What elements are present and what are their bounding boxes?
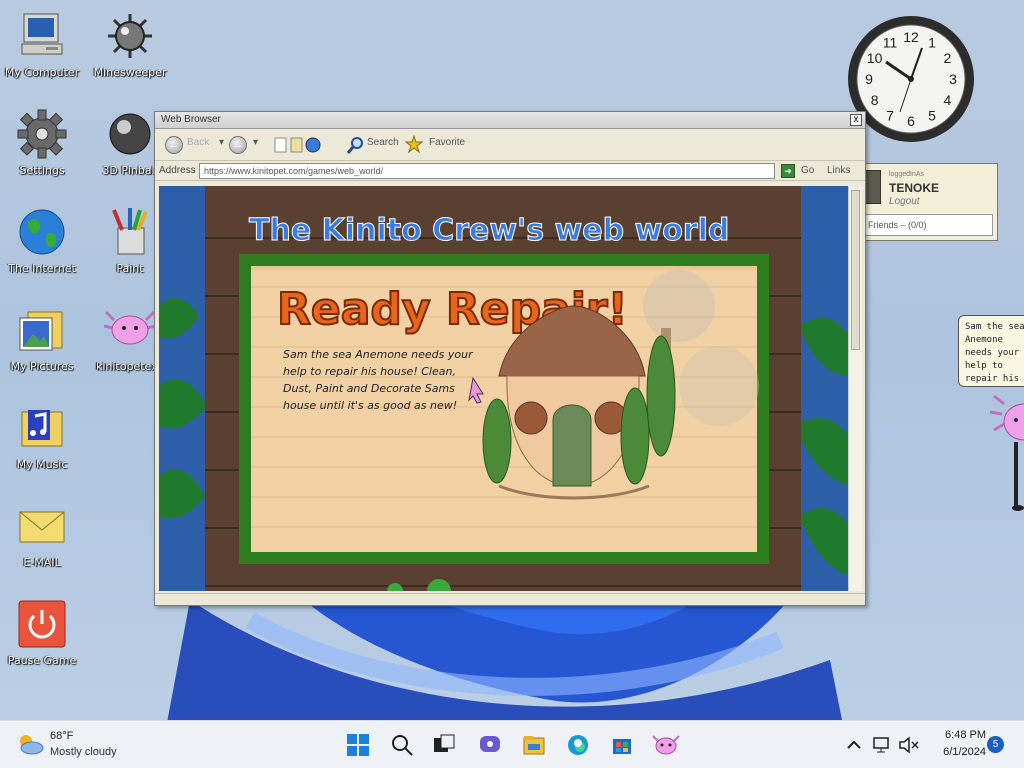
desktop-icon-settings[interactable]: Settings	[0, 108, 84, 177]
music-folder-icon	[16, 402, 68, 454]
user-avatar	[865, 170, 881, 204]
clock-number: 2	[944, 50, 952, 66]
back-button[interactable]: ←	[165, 136, 183, 154]
paint-icon	[104, 206, 156, 258]
taskbar-date[interactable]: 6/1/2024	[930, 746, 986, 758]
clock-number: 12	[903, 29, 919, 45]
friends-list[interactable]: Friends – (0/0)	[863, 214, 993, 236]
game-description: Sam the sea Anemone needs your help to r…	[283, 348, 473, 412]
favorite-button[interactable]: Favorite	[429, 137, 465, 148]
kinito-speech-bubble: Sam the sea Anemone needs your help to r…	[958, 315, 1024, 387]
axolotl-icon	[103, 304, 157, 356]
taskbar-time[interactable]: 6:48 PM	[934, 729, 986, 741]
vertical-scrollbar[interactable]	[848, 186, 862, 591]
game-description-wrap: Sam the sea Anemone needs your help to r…	[283, 348, 473, 412]
desktop-icon-my-pictures[interactable]: My Pictures	[0, 304, 84, 373]
kinitopet-taskbar-icon[interactable]	[652, 733, 680, 757]
logged-in-caption: loggedInAs	[889, 171, 925, 178]
desktop-icon-label: My Pictures	[10, 360, 74, 373]
file-explorer-icon[interactable]	[522, 733, 546, 757]
browser-statusbar	[155, 593, 865, 605]
taskbar: 68°F Mostly cloudy 6:48 PM 6/1/2024 5	[0, 720, 1024, 768]
notification-badge[interactable]: 5	[987, 736, 1004, 753]
clock-number: 9	[865, 71, 873, 87]
chevron-up-icon[interactable]	[846, 733, 862, 757]
clock-number: 8	[871, 92, 879, 108]
desktop-icon-label: Settings	[19, 164, 65, 177]
back-label[interactable]: Back	[187, 137, 209, 148]
desktop-icon-label: The Internet	[8, 262, 76, 275]
search-button[interactable]: Search	[367, 137, 399, 148]
kinito-character[interactable]	[990, 392, 1024, 512]
computer-icon	[16, 10, 68, 62]
forward-button[interactable]: →	[229, 136, 247, 154]
mine-icon	[104, 10, 156, 62]
pinball-icon	[104, 108, 156, 160]
store-icon[interactable]	[610, 733, 634, 757]
login-widget: loggedInAs TENOKE Logout Friends – (0/0)	[858, 163, 998, 241]
forward-dropdown-icon[interactable]: ▾	[253, 137, 258, 148]
chat-icon[interactable]	[478, 733, 502, 757]
search-icon[interactable]	[347, 136, 365, 154]
desktop-icon-label: Pause Game	[7, 654, 77, 667]
close-button[interactable]: x	[850, 114, 862, 126]
desktop-icon-my-computer[interactable]: My Computer	[0, 10, 84, 79]
address-bar: Address https://www.kinitopet.com/games/…	[155, 161, 865, 181]
links-button[interactable]: Links	[827, 165, 850, 176]
search-icon[interactable]	[390, 733, 414, 757]
power-icon	[16, 598, 68, 650]
site-title: The Kinito Crew's web world	[249, 213, 729, 248]
clock-number: 5	[928, 107, 936, 123]
browser-titlebar[interactable]: Web Browser x	[155, 112, 865, 129]
clock-number: 3	[949, 71, 957, 87]
start-menu-icon[interactable]	[346, 733, 370, 757]
web-page-viewport[interactable]: The Kinito Crew's web world Ready Repair…	[159, 186, 849, 591]
desktop-icon-label: My Music	[16, 458, 68, 471]
desktop-icon-label: Minesweeper	[93, 66, 167, 79]
desktop-icon-pause-game[interactable]: Pause Game	[0, 598, 84, 667]
task-view-icon[interactable]	[432, 733, 456, 757]
back-dropdown-icon[interactable]: ▾	[219, 137, 224, 148]
desktop-icon-the-internet[interactable]: The Internet	[0, 206, 84, 275]
clock-number: 6	[907, 113, 915, 129]
username: TENOKE	[889, 181, 940, 195]
cloudy-weather-icon[interactable]	[16, 733, 44, 755]
edge-browser-icon[interactable]	[566, 733, 590, 757]
desktop-icon-label: E-MAIL	[23, 556, 61, 569]
desktop-icon-minesweeper[interactable]: Minesweeper	[88, 10, 172, 79]
desktop-icon-label: My Computer	[4, 66, 80, 79]
web-browser-window[interactable]: Web Browser x ← Back ▾ → ▾ Search Favori…	[154, 111, 866, 606]
clock-number: 10	[867, 50, 883, 66]
page-tools-icons[interactable]	[273, 136, 323, 154]
address-label: Address	[159, 165, 196, 176]
game-page-canvas[interactable]: The Kinito Crew's web world Ready Repair…	[159, 186, 849, 591]
logout-link[interactable]: Logout	[889, 196, 920, 207]
star-icon[interactable]	[405, 135, 423, 153]
scrollbar-thumb[interactable]	[851, 190, 860, 350]
globe-icon	[16, 206, 68, 258]
desktop-icon-email[interactable]: E-MAIL	[0, 500, 84, 569]
desktop-icon-my-music[interactable]: My Music	[0, 402, 84, 471]
envelope-icon	[16, 500, 68, 552]
pictures-folder-icon	[16, 304, 68, 356]
url-input[interactable]: https://www.kinitopet.com/games/web_worl…	[199, 163, 775, 179]
go-button[interactable]: Go	[801, 165, 814, 176]
weather-description[interactable]: Mostly cloudy	[50, 746, 117, 758]
window-title: Web Browser	[161, 114, 221, 125]
clock-number: 1	[928, 35, 936, 51]
go-arrow-icon[interactable]: ➜	[781, 164, 795, 178]
clock-number: 11	[883, 35, 898, 51]
weather-temperature[interactable]: 68°F	[50, 730, 73, 742]
volume-muted-icon[interactable]	[898, 733, 920, 757]
gear-icon	[16, 108, 68, 160]
browser-toolbar: ← Back ▾ → ▾ Search Favorite	[155, 129, 865, 161]
clock-number: 4	[944, 92, 952, 108]
clock-number: 7	[886, 107, 894, 123]
display-network-icon[interactable]	[872, 733, 892, 757]
